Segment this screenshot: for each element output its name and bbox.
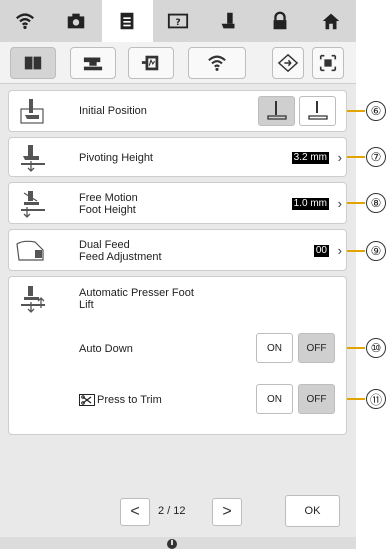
diamond-arrow-icon: [277, 53, 299, 73]
tab-presser-foot[interactable]: [203, 0, 254, 42]
free-motion-label-line1: Free Motion: [79, 192, 138, 204]
ok-button[interactable]: OK: [285, 495, 340, 527]
category-bar: [0, 42, 356, 84]
auto-down-label: Auto Down: [79, 343, 133, 355]
free-motion-label-line2: Foot Height: [79, 204, 136, 216]
auto-lift-icon: [21, 286, 45, 313]
svg-text:?: ?: [175, 17, 180, 28]
chevron-right-icon: ›: [337, 150, 342, 165]
auto-down-on-button[interactable]: ON: [256, 333, 293, 363]
bottom-strip: [0, 537, 356, 549]
needle-position-icon: [167, 539, 177, 549]
pivoting-height-row[interactable]: Pivoting Height 3.2 mm ›: [8, 137, 347, 177]
tab-camera[interactable]: [51, 0, 102, 42]
book-icon: [24, 56, 42, 70]
callout-number: ⑩: [366, 338, 386, 358]
scissors-icon: [79, 394, 95, 406]
pivoting-height-value: 3.2 mm: [291, 152, 329, 164]
chevron-right-icon: ›: [337, 243, 342, 258]
camera-icon: [68, 13, 85, 29]
sewing-machine-icon: [83, 57, 103, 71]
presser-foot-icon: [221, 12, 235, 29]
free-motion-value: 1.0 mm: [291, 198, 329, 210]
page-indicator: 2 / 12: [158, 505, 186, 517]
screen-capture-icon: [319, 54, 337, 72]
chevron-right-icon: ›: [337, 196, 342, 211]
foot-up-icon: [307, 101, 328, 120]
top-tab-bar: ?: [0, 0, 356, 42]
initial-position-down-button[interactable]: [258, 96, 295, 126]
callout-number: ⑧: [366, 193, 386, 213]
tab-settings[interactable]: [101, 0, 153, 42]
tab-home[interactable]: [305, 0, 356, 42]
callout-line: [347, 347, 365, 349]
wifi-icon: [16, 13, 35, 30]
callout-line: [347, 202, 365, 204]
initial-position-row: Initial Position: [8, 90, 347, 132]
home-icon: [322, 13, 339, 30]
previous-page-button[interactable]: <: [120, 498, 150, 526]
save-settings-button[interactable]: [272, 47, 304, 79]
next-page-button[interactable]: >: [212, 498, 242, 526]
callout-line: [347, 156, 365, 158]
dual-feed-value: 00: [313, 245, 329, 257]
category-embroidery-button[interactable]: [128, 47, 174, 79]
callout-line: [347, 398, 365, 400]
category-wlan-button[interactable]: [188, 47, 246, 79]
help-icon: ?: [167, 13, 189, 29]
auto-presser-foot-lift-group: Automatic Presser Foot Lift Auto Down ON…: [8, 276, 347, 435]
press-to-trim-label: Press to Trim: [97, 394, 162, 406]
dual-feed-label-line2: Feed Adjustment: [79, 251, 162, 263]
document-icon: [120, 12, 134, 30]
callout-number: ⑨: [366, 241, 386, 261]
dual-feed-row[interactable]: Dual Feed Feed Adjustment 00 ›: [8, 229, 347, 271]
settings-screen: ? Initial Position Pivoting Height 3.2 m…: [0, 0, 356, 549]
tab-lock[interactable]: [254, 0, 305, 42]
pivoting-height-label: Pivoting Height: [79, 152, 153, 164]
callout-line: [347, 110, 365, 112]
press-to-trim-label-wrap: Press to Trim: [79, 394, 162, 406]
initial-position-up-button[interactable]: [299, 96, 336, 126]
auto-lift-label-line2: Lift: [79, 299, 94, 311]
lock-icon: [273, 11, 287, 30]
initial-position-label: Initial Position: [79, 105, 147, 117]
free-motion-foot-height-row[interactable]: Free Motion Foot Height 1.0 mm ›: [8, 182, 347, 224]
auto-down-off-button[interactable]: OFF: [298, 333, 335, 363]
callout-number: ⑦: [366, 147, 386, 167]
dual-feed-icon: [16, 240, 44, 261]
pivoting-height-icon: [21, 145, 45, 172]
embroidery-frame-icon: [141, 55, 159, 71]
wifi-icon: [208, 55, 226, 71]
free-motion-foot-icon: [21, 191, 45, 218]
dual-feed-label-line1: Dual Feed: [79, 239, 130, 251]
press-to-trim-off-button[interactable]: OFF: [298, 384, 335, 414]
callout-number: ⑪: [366, 389, 386, 409]
presser-foot-needle-icon: [20, 99, 44, 124]
auto-lift-label-line1: Automatic Presser Foot: [79, 287, 194, 299]
callout-number: ⑥: [366, 101, 386, 121]
tab-help[interactable]: ?: [153, 0, 204, 42]
category-machine-settings-button[interactable]: [10, 47, 56, 79]
screen-capture-button[interactable]: [312, 47, 344, 79]
callout-line: [347, 250, 365, 252]
foot-down-icon: [266, 101, 287, 120]
category-sewing-button[interactable]: [70, 47, 116, 79]
tab-wifi[interactable]: [0, 0, 51, 42]
press-to-trim-on-button[interactable]: ON: [256, 384, 293, 414]
